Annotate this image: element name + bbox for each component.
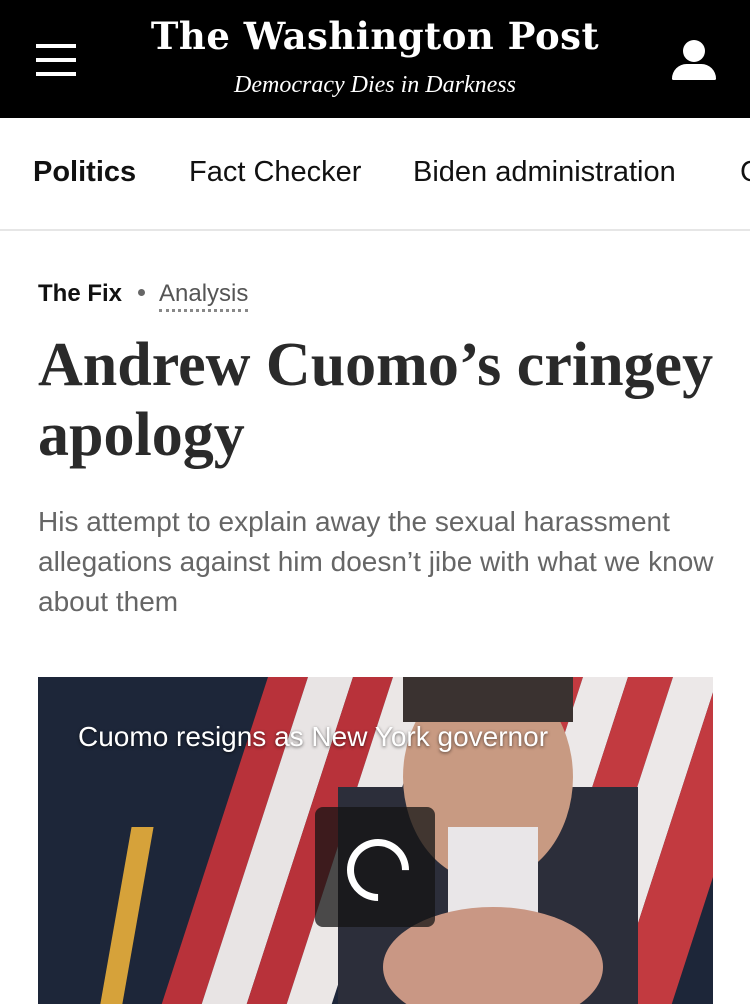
user-icon-head bbox=[683, 40, 705, 62]
site-logo[interactable]: The Washington Post bbox=[0, 14, 750, 58]
nav-item-biden-administration[interactable]: Biden administration bbox=[413, 156, 676, 189]
separator-dot bbox=[138, 289, 146, 297]
menu-bar bbox=[36, 58, 76, 62]
video-player[interactable]: Cuomo resigns as New York governor bbox=[38, 677, 713, 1004]
article-kicker: The Fix Analysis bbox=[38, 280, 249, 312]
nav-item-politics[interactable]: Politics bbox=[33, 156, 136, 189]
user-icon-body bbox=[672, 64, 716, 80]
nav-item-fact-checker[interactable]: Fact Checker bbox=[189, 156, 361, 189]
user-icon[interactable] bbox=[672, 40, 716, 80]
site-header: The Washington Post Democracy Dies in Da… bbox=[0, 0, 750, 118]
nav-item-overflow[interactable]: C bbox=[740, 156, 750, 189]
section-label[interactable]: The Fix bbox=[38, 280, 122, 307]
analysis-label[interactable]: Analysis bbox=[159, 280, 249, 312]
article-headline: Andrew Cuomo’s cringey apology bbox=[38, 331, 714, 469]
loading-spinner-icon bbox=[334, 826, 422, 914]
site-tagline: Democracy Dies in Darkness bbox=[234, 72, 516, 98]
loading-overlay bbox=[315, 807, 435, 927]
video-title: Cuomo resigns as New York governor bbox=[78, 721, 549, 752]
article-dek: His attempt to explain away the sexual h… bbox=[38, 506, 714, 617]
section-nav: Politics Fact Checker Biden administrati… bbox=[0, 118, 750, 231]
